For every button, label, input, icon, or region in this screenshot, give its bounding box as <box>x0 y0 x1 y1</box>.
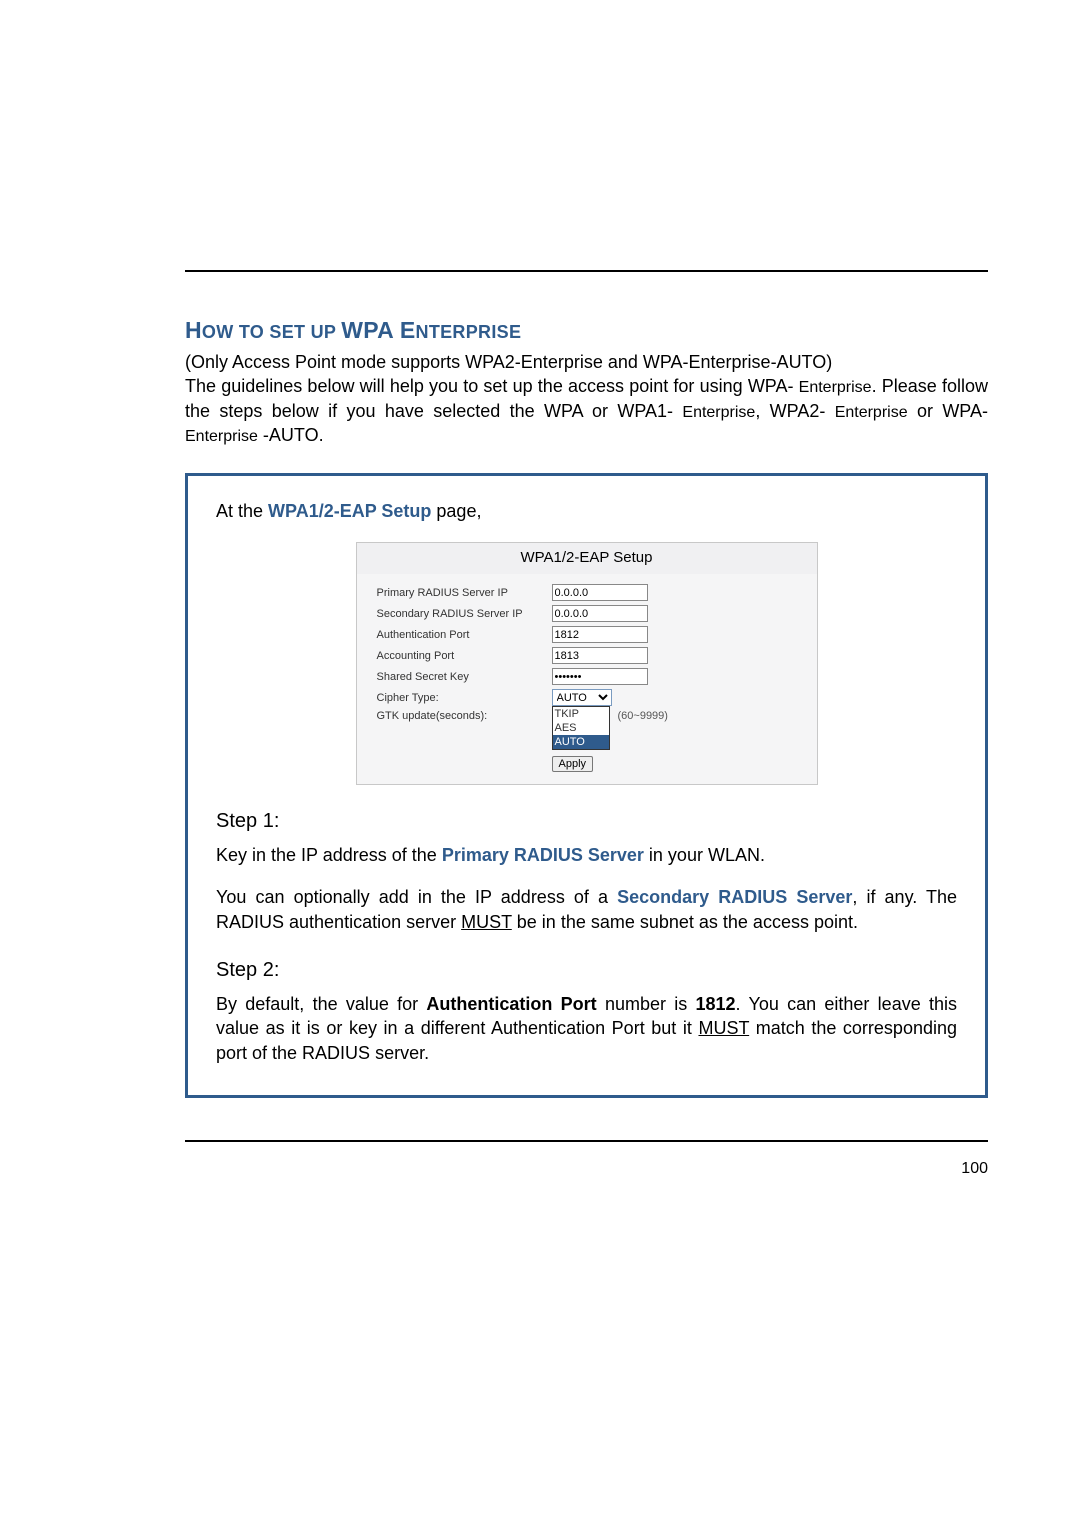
at-line: At the WPA1/2-EAP Setup page, <box>216 501 957 522</box>
footer-rule <box>185 1140 988 1142</box>
intro-2i: -AUTO. <box>258 425 324 445</box>
label-primary-radius: Primary RADIUS Server IP <box>377 587 552 599</box>
instruction-box: At the WPA1/2-EAP Setup page, WPA1/2-EAP… <box>185 473 988 1098</box>
s2p1a: By default, the value for <box>216 994 426 1014</box>
step-1-para-2: You can optionally add in the IP address… <box>216 885 957 934</box>
intro-2g: or WPA- <box>908 401 988 421</box>
cipher-option-aes[interactable]: AES <box>553 721 609 735</box>
input-auth-port[interactable] <box>552 626 648 643</box>
label-shared-key: Shared Secret Key <box>377 671 552 683</box>
s2p1f: MUST <box>698 1018 749 1038</box>
intro-2h: Enterprise <box>185 428 258 445</box>
s1p1a: Key in the IP address of the <box>216 845 442 865</box>
panel-title: WPA1/2-EAP Setup <box>357 543 817 574</box>
intro-2d: Enterprise <box>682 404 755 421</box>
intro-2b: Enterprise <box>799 379 872 396</box>
label-auth-port: Authentication Port <box>377 629 552 641</box>
label-acct-port: Accounting Port <box>377 650 552 662</box>
heading-text-1: H <box>185 317 202 343</box>
label-gtk-update: GTK update(seconds): <box>377 710 552 722</box>
input-secondary-radius[interactable] <box>552 605 648 622</box>
apply-row: Apply <box>377 756 797 772</box>
page-number: 100 <box>961 1160 988 1178</box>
at-post: page, <box>431 501 481 521</box>
s2p1c: number is <box>597 994 696 1014</box>
header-rule <box>185 270 988 272</box>
cipher-option-tkip[interactable]: TKIP <box>553 707 609 721</box>
row-shared-key: Shared Secret Key <box>377 668 797 685</box>
label-cipher-type: Cipher Type: <box>377 692 552 704</box>
step-1-para-1: Key in the IP address of the Primary RAD… <box>216 843 957 867</box>
row-primary-radius: Primary RADIUS Server IP <box>377 584 797 601</box>
input-primary-radius[interactable] <box>552 584 648 601</box>
row-acct-port: Accounting Port <box>377 647 797 664</box>
s1p2e: be in the same subnet as the access poin… <box>512 912 858 932</box>
input-acct-port[interactable] <box>552 647 648 664</box>
select-cipher-type[interactable]: AUTO <box>552 689 612 706</box>
intro-2f: Enterprise <box>835 404 908 421</box>
intro-2e: , WPA2- <box>755 401 834 421</box>
row-secondary-radius: Secondary RADIUS Server IP <box>377 605 797 622</box>
heading-text-3: WPA E <box>341 317 415 343</box>
wpa-eap-setup-panel: WPA1/2-EAP Setup Primary RADIUS Server I… <box>356 542 818 785</box>
s1p1b: Primary RADIUS Server <box>442 845 644 865</box>
s1p2d: MUST <box>461 912 512 932</box>
s2p1b: Authentication Port <box>426 994 596 1014</box>
row-auth-port: Authentication Port <box>377 626 797 643</box>
intro-paragraph: (Only Access Point mode supports WPA2-En… <box>185 350 988 448</box>
s2p1d: 1812 <box>696 994 736 1014</box>
step-2-heading: Step 2: <box>216 959 957 982</box>
heading-text-2: OW TO SET UP <box>202 322 341 342</box>
at-pre: At the <box>216 501 268 521</box>
row-cipher-type: Cipher Type: AUTO TKIP AES AUTO <box>377 689 797 706</box>
label-secondary-radius: Secondary RADIUS Server IP <box>377 608 552 620</box>
document-page: HOW TO SET UP WPA ENTERPRISE (Only Acces… <box>0 0 1080 1527</box>
content-area: HOW TO SET UP WPA ENTERPRISE (Only Acces… <box>185 317 988 1098</box>
gtk-range-hint: (60~9999) <box>618 710 668 722</box>
setup-form: Primary RADIUS Server IP Secondary RADIU… <box>357 574 817 784</box>
s1p1c: in your WLAN. <box>644 845 765 865</box>
section-heading: HOW TO SET UP WPA ENTERPRISE <box>185 317 988 344</box>
cipher-option-auto[interactable]: AUTO <box>553 735 609 749</box>
s1p2a: You can optionally add in the IP address… <box>216 887 617 907</box>
at-link: WPA1/2-EAP Setup <box>268 501 431 521</box>
heading-text-4: NTERPRISE <box>416 322 522 342</box>
cipher-dropdown-list[interactable]: TKIP AES AUTO <box>552 706 610 750</box>
intro-line1: (Only Access Point mode supports WPA2-En… <box>185 352 832 372</box>
s1p2b: Secondary RADIUS Server <box>617 887 852 907</box>
intro-2a: The guidelines below will help you to se… <box>185 376 799 396</box>
apply-button[interactable]: Apply <box>552 756 594 772</box>
step-1-heading: Step 1: <box>216 810 957 833</box>
step-2-para-1: By default, the value for Authentication… <box>216 992 957 1065</box>
input-shared-key[interactable] <box>552 668 648 685</box>
